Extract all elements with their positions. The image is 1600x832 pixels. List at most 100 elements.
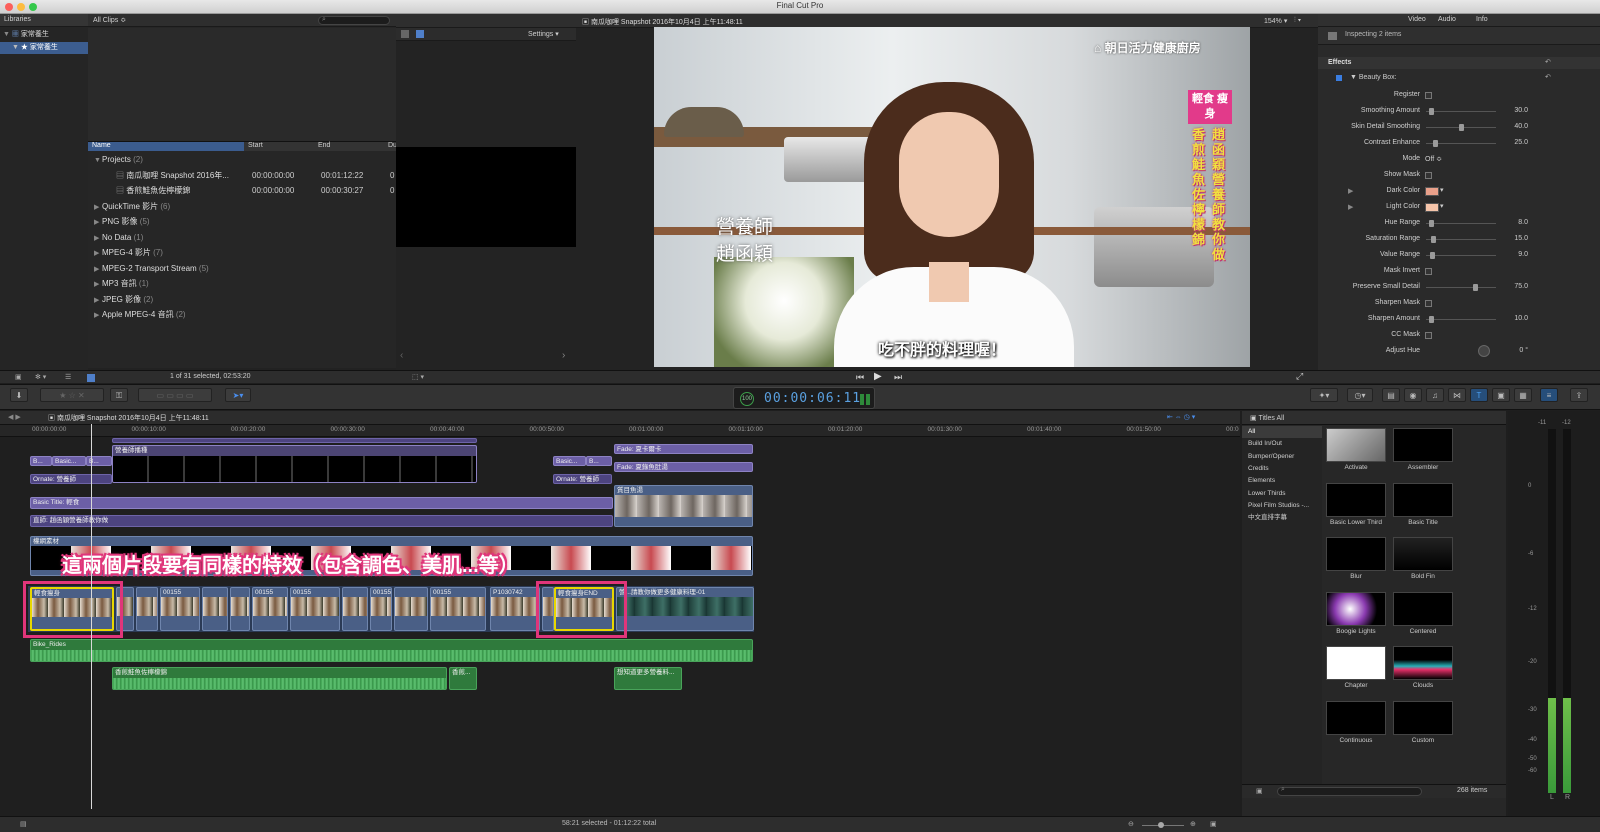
storyline-clip[interactable] xyxy=(394,587,428,631)
event-item[interactable]: ▼ ★ 家常養生 xyxy=(0,42,88,54)
gear-icon[interactable]: ✻ ▾ xyxy=(35,373,46,381)
title-template[interactable]: Basic Lower Third xyxy=(1324,482,1388,526)
param-value[interactable]: 40.0 xyxy=(1483,123,1528,130)
titles-category[interactable]: Build In/Out xyxy=(1242,438,1322,450)
titles-category[interactable]: Elements xyxy=(1242,475,1322,487)
timeline-ruler[interactable]: 00:00:00:00 00:00:10:00 00:00:20:00 00:00:3… xyxy=(0,425,1240,437)
title-template[interactable]: Activate xyxy=(1324,428,1388,471)
next-frame-icon[interactable]: ⏭ xyxy=(894,372,902,383)
param-checkbox[interactable] xyxy=(1425,268,1432,275)
voice-clip[interactable]: 香煎鮭魚佐檸檬錦 xyxy=(112,667,447,690)
titles-category[interactable]: All xyxy=(1242,426,1322,438)
slider-knob[interactable] xyxy=(1472,284,1478,291)
column-name[interactable]: Name xyxy=(88,142,244,151)
title-clip-basic[interactable]: B... xyxy=(30,456,52,466)
next-icon[interactable]: › xyxy=(562,350,565,361)
storyline-clip[interactable]: 00155 xyxy=(160,587,200,631)
title-clip-basic-title[interactable]: Basic Title: 輕食 xyxy=(30,497,613,509)
titles-category[interactable]: Pixel Film Studios -... xyxy=(1242,500,1322,512)
zoom-menu[interactable]: 154% ▾ xyxy=(1264,17,1287,25)
sidebar-toggle-icon[interactable]: ▣ xyxy=(15,373,22,381)
disclosure-triangle-icon[interactable]: ▼ xyxy=(12,44,19,51)
storyline-clip[interactable] xyxy=(342,587,368,631)
clip-list-row[interactable]: ▤ 南瓜咖哩 Snapshot 2016年... 00:00:00:00 00:01… xyxy=(88,168,396,183)
storyline-clip[interactable] xyxy=(230,587,250,631)
title-clip-basic[interactable]: Basic... xyxy=(553,456,586,466)
voice-clip[interactable]: 香煎... xyxy=(449,667,477,690)
title-clip-basic[interactable]: B... xyxy=(586,456,612,466)
tab-audio[interactable]: Audio xyxy=(1438,16,1456,23)
title-clip-fade[interactable]: Fade: 夏卡爾卡 xyxy=(614,444,753,454)
reset-effects-icon[interactable]: ↶ xyxy=(1545,58,1551,66)
settings-menu[interactable]: Settings ▾ xyxy=(528,30,559,38)
title-clip-ornate[interactable]: Ornate: 營養師 xyxy=(553,474,612,484)
tab-info[interactable]: Info xyxy=(1476,16,1488,23)
slider-knob[interactable] xyxy=(1429,108,1435,115)
clip-list-row[interactable]: ▶ PNG 影像 (5) xyxy=(88,214,396,229)
color-menu-icon[interactable]: ▾ xyxy=(1440,186,1444,194)
param-value[interactable]: 8.0 xyxy=(1483,219,1528,226)
transitions-icon[interactable]: ⋈ xyxy=(1448,388,1466,402)
previous-icon[interactable]: ‹ xyxy=(400,350,403,361)
param-value[interactable]: 0 ° xyxy=(1483,347,1528,354)
color-swatch[interactable] xyxy=(1425,187,1439,196)
clip-list-row[interactable]: ▤ 香煎鮭魚佐檸檬錦 00:00:00:00 00:00:30:27 0 xyxy=(88,183,396,198)
music-browser-icon[interactable]: ♫ xyxy=(1426,388,1444,402)
inspector-toggle-icon[interactable]: ≡ xyxy=(1540,388,1558,402)
disclosure-triangle-icon[interactable]: ▶ xyxy=(94,246,102,261)
share-icon[interactable]: ⇪ xyxy=(1570,388,1588,402)
titles-browser-icon[interactable]: T xyxy=(1470,388,1488,402)
column-end[interactable]: End xyxy=(318,142,330,149)
select-tool-icon[interactable]: ➤▾ xyxy=(225,388,251,402)
param-popup[interactable]: Off ≎ xyxy=(1425,155,1442,163)
title-template[interactable]: Bold Fin xyxy=(1391,537,1455,580)
retime-icon[interactable]: ◷▾ xyxy=(1347,388,1373,402)
slider-knob[interactable] xyxy=(1458,124,1464,131)
slider-knob[interactable] xyxy=(1429,316,1435,323)
voice-clip[interactable]: 想知道更多營養料... xyxy=(614,667,682,690)
filmstrip-view-icon[interactable] xyxy=(401,30,409,38)
title-template[interactable]: Centered xyxy=(1391,591,1455,635)
zoom-in-icon[interactable]: ⊕ xyxy=(1190,820,1196,828)
timeline-tracks[interactable]: 營養師播種 B... Basic... B... Basic... B... F… xyxy=(0,424,1240,816)
color-menu-icon[interactable]: ▾ xyxy=(1440,202,1444,210)
title-template[interactable]: Chapter xyxy=(1324,646,1388,689)
clip-list-row[interactable]: ▶ Apple MPEG-4 音訊 (2) xyxy=(88,307,396,322)
color-swatch[interactable] xyxy=(1425,203,1439,212)
slider-knob[interactable] xyxy=(1429,252,1435,259)
import-icon[interactable]: ⬇ xyxy=(10,388,28,402)
effect-disclosure[interactable]: ▼ Beauty Box: xyxy=(1350,74,1397,81)
column-start[interactable]: Start xyxy=(248,142,263,149)
list-view-icon[interactable] xyxy=(416,30,424,38)
tab-video[interactable]: Video xyxy=(1408,16,1426,23)
themes-icon[interactable]: ▦ xyxy=(1514,388,1532,402)
clip-list-row[interactable]: ▶ JPEG 影像 (2) xyxy=(88,292,396,307)
title-template[interactable]: Blur xyxy=(1324,537,1388,580)
title-clip-vertical[interactable]: 直師: 趙函穎營養師教你做 xyxy=(30,515,613,527)
storyline-clip[interactable]: P1030742 xyxy=(490,587,540,631)
param-value[interactable]: 9.0 xyxy=(1483,251,1528,258)
timecode-display[interactable]: 100 00:00:06:11 xyxy=(733,387,875,409)
previous-frame-icon[interactable]: ⏮ xyxy=(856,372,864,383)
disclosure-triangle-icon[interactable]: ▶ xyxy=(94,231,102,246)
enhance-icon[interactable]: ✦▾ xyxy=(1310,388,1338,402)
disclosure-triangle-icon[interactable]: ▶ xyxy=(94,293,102,308)
param-checkbox[interactable] xyxy=(1425,300,1432,307)
filmstrip-view-icon[interactable] xyxy=(87,374,95,382)
clip-appearance-icon[interactable]: ▣ xyxy=(1210,820,1217,828)
clip-list-row[interactable]: ▶ QuickTime 影片 (6) xyxy=(88,199,396,214)
timeline-view-icons[interactable]: ⇤ ⇔ ◷ ▾ xyxy=(1167,413,1195,421)
disclosure-triangle-icon[interactable]: ▶ xyxy=(1348,203,1353,211)
disclosure-triangle-icon[interactable]: ▼ xyxy=(3,31,10,38)
titles-category[interactable]: Lower Thirds xyxy=(1242,488,1322,500)
title-template[interactable]: Custom xyxy=(1391,700,1455,744)
browser-search-field[interactable]: ⌕ xyxy=(318,16,390,25)
title-template[interactable]: Assembler xyxy=(1391,428,1455,471)
title-template[interactable]: Clouds xyxy=(1391,646,1455,689)
title-clip-fade[interactable]: Fade: 夏錄魚肚湯 xyxy=(614,462,753,472)
clip-list-row[interactable]: ▼Projects (2) xyxy=(88,152,396,167)
title-clip-yy[interactable]: 營養師播種 xyxy=(112,445,477,483)
storyline-clip[interactable]: 00155 xyxy=(252,587,288,631)
effect-enable-checkbox[interactable] xyxy=(1336,75,1342,81)
all-clips-filter[interactable]: All Clips ≎ xyxy=(93,16,126,24)
